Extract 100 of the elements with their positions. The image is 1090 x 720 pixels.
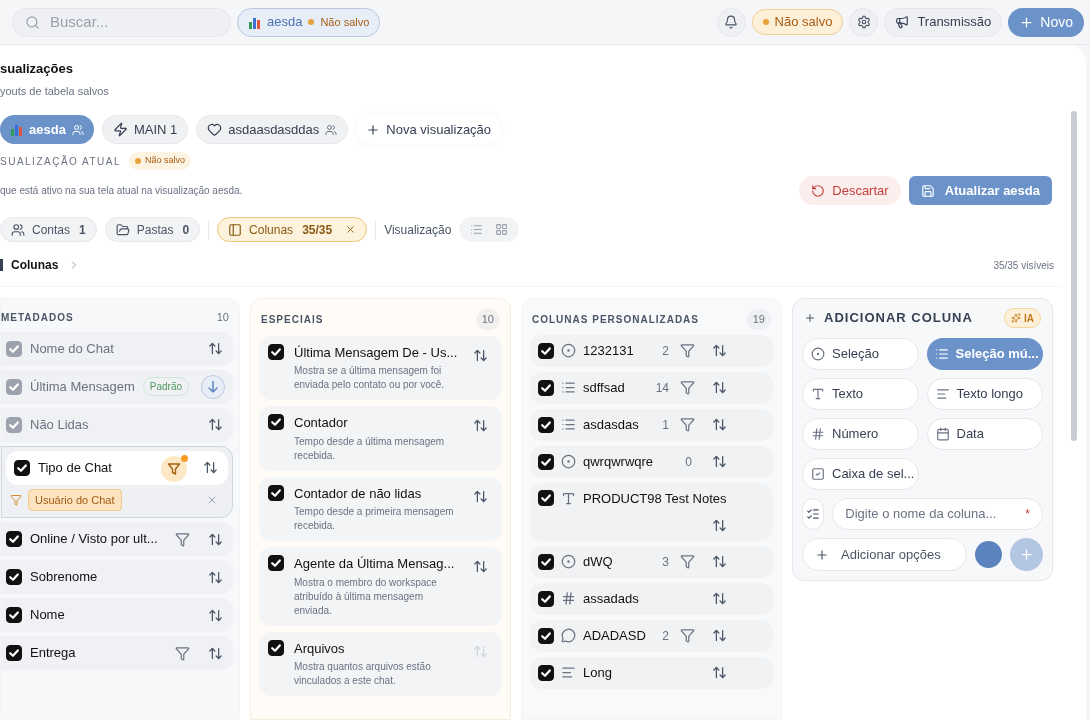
broadcast-button[interactable]: Transmissão <box>884 7 1003 37</box>
checkbox[interactable] <box>268 484 284 501</box>
view-tab[interactable]: asdaasdasddas <box>196 115 349 144</box>
column-name: Última Mensagem <box>30 377 135 396</box>
column-type-button[interactable]: Data <box>926 418 1043 450</box>
checkbox[interactable] <box>538 664 554 681</box>
add-options-button[interactable]: Adicionar opções <box>802 538 968 571</box>
active-filter-button[interactable] <box>161 453 189 482</box>
sort-icon[interactable] <box>712 591 727 606</box>
sort-icon[interactable] <box>712 628 727 643</box>
column-type-button[interactable]: Número <box>802 418 919 450</box>
column-type-button[interactable]: Caixa de sel... <box>802 458 919 490</box>
column-row[interactable]: asdasdas 1 <box>530 408 773 441</box>
checkbox[interactable] <box>6 569 22 585</box>
checkbox[interactable] <box>538 416 554 433</box>
page-title: sualizações <box>0 60 74 78</box>
column-row[interactable]: Última Mensagem De - Us... Mostra se a última mensagem foi enviada pelo contato ou por você. <box>259 335 502 400</box>
sort-icon[interactable] <box>712 343 727 358</box>
sort-icon[interactable] <box>473 418 488 433</box>
checkbox[interactable] <box>14 459 30 476</box>
panel-title: ADICIONAR COLUNA <box>824 309 973 328</box>
view-tab[interactable]: MAIN 1 <box>101 115 189 144</box>
column-row[interactable]: Contador de não lidas Tempo desde a primeira mensagem recebida. <box>259 476 502 541</box>
sort-icon[interactable] <box>712 417 727 432</box>
settings-button[interactable] <box>849 7 879 37</box>
sort-icon[interactable] <box>712 454 727 469</box>
filter-icon[interactable] <box>175 531 190 547</box>
column-row[interactable]: Agente da Última Mensag... Mostra o membro do workspace atribuído à última mensagem enviada. <box>259 547 502 626</box>
checkbox[interactable] <box>268 555 284 571</box>
checkbox[interactable] <box>6 607 22 623</box>
hash-icon <box>811 427 825 441</box>
filter-icon[interactable] <box>680 380 695 395</box>
sort-icon[interactable] <box>208 569 223 585</box>
search-field[interactable]: Buscar... <box>12 7 231 37</box>
sort-icon[interactable] <box>473 559 488 574</box>
filter-icon[interactable] <box>680 554 695 569</box>
column-row[interactable]: assadads <box>530 582 773 615</box>
column-row[interactable]: Nome <box>1 598 233 632</box>
scrollbar[interactable] <box>1071 111 1077 441</box>
column-row[interactable]: Entrega <box>1 636 233 670</box>
filter-chip[interactable]: Pastas 0 <box>104 217 201 242</box>
column-row[interactable]: qwrqwrwqre 0 <box>530 445 773 478</box>
breadcrumb[interactable]: Colunas <box>11 256 59 274</box>
current-view-chip[interactable]: aesda Não salvo <box>237 7 381 37</box>
column-type-button[interactable]: Seleção <box>802 338 919 370</box>
discard-button[interactable]: Descartar <box>799 176 901 205</box>
search-input[interactable]: Buscar... <box>50 10 200 34</box>
column-row[interactable]: dWQ 3 <box>530 545 773 578</box>
column-type-button[interactable]: Texto longo <box>926 378 1043 410</box>
sort-icon[interactable] <box>473 488 488 504</box>
sort-icon[interactable] <box>712 554 727 569</box>
sort-icon[interactable] <box>712 380 727 395</box>
sort-icon[interactable] <box>208 531 223 547</box>
filter-icon[interactable] <box>175 645 190 661</box>
column-row[interactable]: Long <box>530 656 773 689</box>
column-row[interactable]: Contador Tempo desde a última mensagem recebida. <box>259 406 502 471</box>
column-row[interactable]: sdffsad 14 <box>530 371 773 404</box>
column-row[interactable]: PRODUCT98 Test Notes <box>530 482 773 541</box>
column-name-input[interactable]: Digite o nome da coluna... <box>845 504 1022 524</box>
sort-icon[interactable] <box>712 518 727 533</box>
sort-icon[interactable] <box>203 460 218 475</box>
sort-icon[interactable] <box>208 645 223 661</box>
unsaved-badge: Não salvo <box>751 9 844 35</box>
checkbox-icon <box>811 467 825 481</box>
checkbox[interactable] <box>268 343 284 360</box>
new-view-button[interactable]: Nova visualização <box>356 115 502 144</box>
column-row[interactable]: Online / Visto por ult... <box>1 522 233 556</box>
list-icon[interactable] <box>806 507 821 521</box>
close-icon[interactable] <box>345 224 357 235</box>
sort-icon[interactable] <box>712 665 727 680</box>
color-swatch[interactable] <box>975 541 1003 568</box>
sort-icon[interactable] <box>473 347 488 363</box>
column-row[interactable]: Sobrenome <box>1 560 233 594</box>
filter-icon[interactable] <box>680 343 695 358</box>
filter-chip[interactable]: Contas 1 <box>0 217 97 242</box>
notifications-button[interactable] <box>716 7 746 37</box>
checkbox[interactable] <box>538 379 554 396</box>
checkbox[interactable] <box>538 553 554 570</box>
column-name: Sobrenome <box>30 568 98 587</box>
column-row[interactable]: ADADASD 2 <box>530 619 773 652</box>
checkbox[interactable] <box>538 490 554 507</box>
column-description: Tempo desde a última mensagem recebida. <box>294 434 446 463</box>
checkbox[interactable] <box>538 453 554 470</box>
page-subtitle: youts de tabela salvos <box>0 83 110 99</box>
filter-value-tag: Usuário do Chat <box>28 488 122 511</box>
filter-icon[interactable] <box>680 417 695 432</box>
filter-icon[interactable] <box>680 628 695 643</box>
filter-chip[interactable]: Colunas 35/35 <box>217 217 368 242</box>
checkbox[interactable] <box>6 531 22 547</box>
checkbox[interactable] <box>538 342 554 359</box>
column-name-field[interactable]: Digite o nome da coluna... * <box>832 498 1043 530</box>
checkbox[interactable] <box>538 627 554 644</box>
column-row[interactable]: 1232131 2 <box>530 334 773 367</box>
column-name: Entrega <box>30 644 76 663</box>
checkbox[interactable] <box>6 645 22 661</box>
column-type-button[interactable]: Texto <box>802 378 919 410</box>
sort-icon[interactable] <box>208 607 223 623</box>
column-description: Mostra quantos arquivos estão vinculados a este chat. <box>294 660 432 688</box>
checkbox[interactable] <box>538 590 554 607</box>
checkbox[interactable] <box>268 414 284 430</box>
